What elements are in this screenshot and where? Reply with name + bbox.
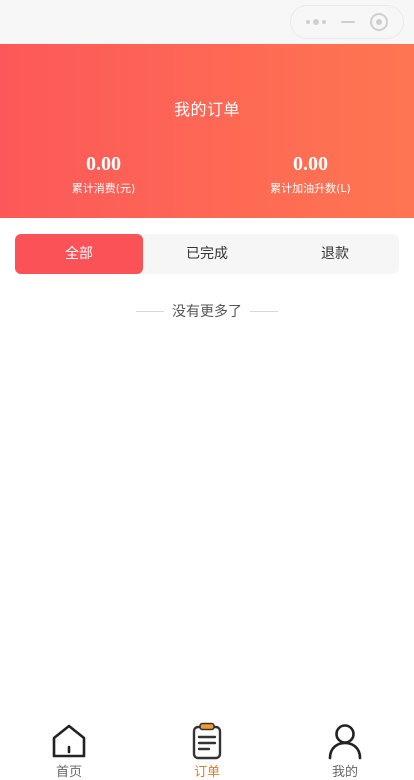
total-liters-stat: 0.00 累计加油升数(L) <box>207 152 414 196</box>
tab-completed[interactable]: 已完成 <box>143 234 271 274</box>
home-icon <box>50 722 88 764</box>
divider-right <box>250 310 278 312</box>
user-icon <box>326 722 364 764</box>
tabbar-item-home[interactable]: 首页 <box>0 718 138 780</box>
tabbar-label-orders: 订单 <box>193 765 220 780</box>
total-spend-label: 累计消费(元) <box>71 182 136 195</box>
mini-program-capsule[interactable] <box>290 5 404 39</box>
total-liters-label: 累计加油升数(L) <box>270 182 351 195</box>
tab-refund[interactable]: 退款 <box>271 234 399 274</box>
tab-all[interactable]: 全部 <box>15 234 143 274</box>
tabbar-item-orders[interactable]: 订单 <box>138 718 276 780</box>
clipboard-icon <box>188 722 226 764</box>
order-filter-tabs: 全部 已完成 退款 <box>15 234 399 274</box>
minimize-icon[interactable] <box>340 21 355 23</box>
orders-header: 我的订单 0.00 累计消费(元) 0.00 累计加油升数(L) <box>0 44 414 218</box>
top-bar <box>0 0 414 44</box>
close-target-icon[interactable] <box>369 13 388 31</box>
page-title: 我的订单 <box>173 100 240 119</box>
tabbar-label-home: 首页 <box>55 765 82 780</box>
divider-left <box>136 310 164 312</box>
tabbar-label-mine: 我的 <box>331 765 358 780</box>
bottom-tab-bar: 首页 订单 我的 <box>0 718 414 780</box>
total-spend-stat: 0.00 累计消费(元) <box>0 152 207 196</box>
tabbar-item-mine[interactable]: 我的 <box>276 718 414 780</box>
total-liters-value: 0.00 <box>293 153 328 175</box>
no-more-indicator: 没有更多了 <box>0 300 414 322</box>
orders-page: 我的订单 0.00 累计消费(元) 0.00 累计加油升数(L) 全部 已完成 … <box>0 0 414 780</box>
more-icon[interactable] <box>306 19 327 25</box>
total-spend-value: 0.00 <box>86 153 121 175</box>
no-more-text: 没有更多了 <box>172 304 242 320</box>
